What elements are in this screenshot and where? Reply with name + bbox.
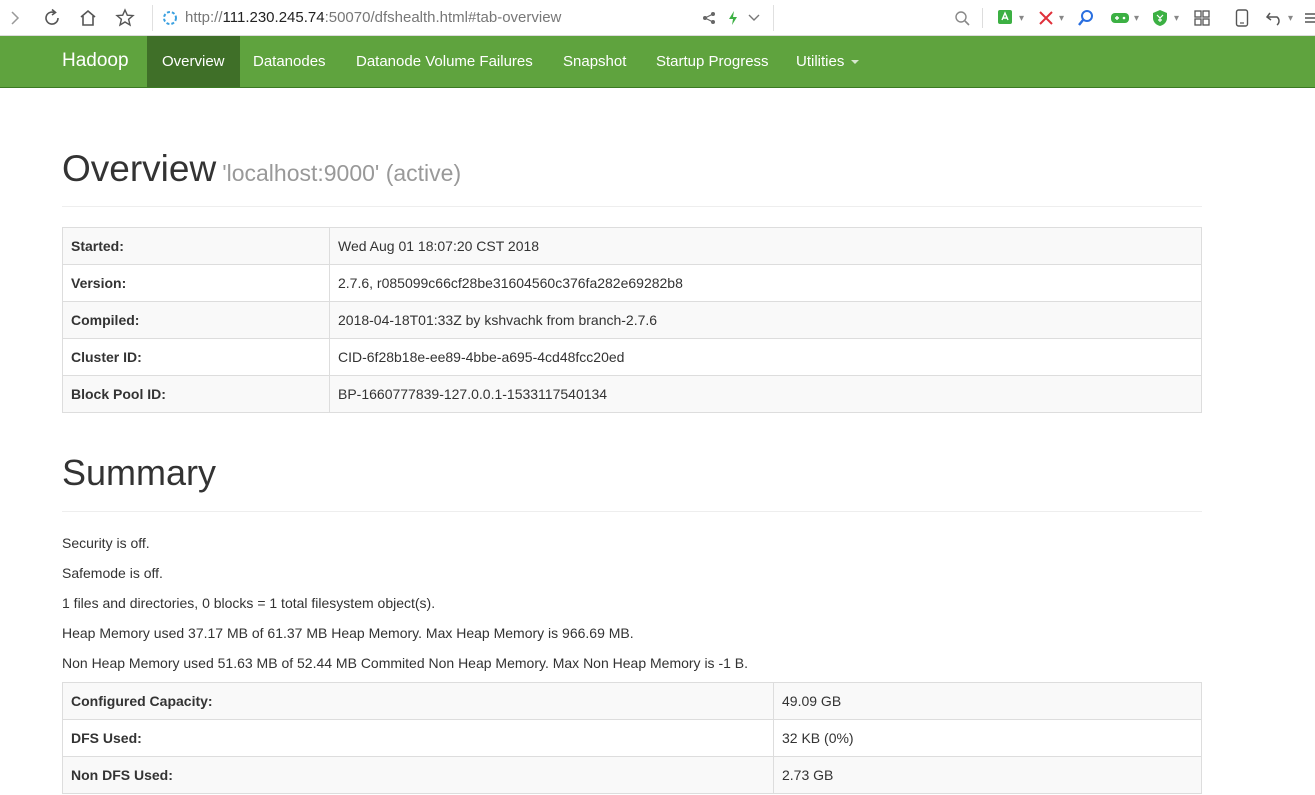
tab-datanodes[interactable]: Datanodes — [238, 36, 341, 87]
undo-icon[interactable] — [1264, 0, 1286, 36]
scissors-dropdown-icon[interactable]: ▾ — [1059, 0, 1064, 36]
gamepad-icon[interactable] — [1110, 0, 1130, 36]
table-row: Cluster ID: CID-6f28b18e-ee89-4bbe-a695-… — [62, 338, 1202, 376]
hadoop-navbar: Hadoop Overview Datanodes Datanode Volum… — [0, 36, 1315, 88]
summary-heap-memory: Heap Memory used 37.17 MB of 61.37 MB He… — [62, 625, 634, 641]
row-label: DFS Used: — [62, 719, 774, 757]
table-row: DFS Used: 32 KB (0%) — [62, 719, 1202, 757]
forward-icon[interactable] — [6, 0, 24, 36]
row-label: Configured Capacity: — [62, 682, 774, 720]
row-label: Started: — [62, 227, 330, 265]
row-value: 2018-04-18T01:33Z by kshvachk from branc… — [329, 301, 1202, 339]
menu-icon[interactable] — [1302, 0, 1315, 36]
summary-table: Configured Capacity: 49.09 GB DFS Used: … — [62, 682, 1202, 794]
translate-dropdown-icon[interactable]: ▾ — [1019, 0, 1024, 36]
gamepad-dropdown-icon[interactable]: ▾ — [1134, 0, 1139, 36]
table-row: Non DFS Used: 2.73 GB — [62, 756, 1202, 794]
table-row: Version: 2.7.6, r085099c66cf28be31604560… — [62, 264, 1202, 302]
row-value: 49.09 GB — [773, 682, 1202, 720]
summary-security: Security is off. — [62, 535, 150, 551]
row-label: Compiled: — [62, 301, 330, 339]
tab-overview-label: Overview — [162, 53, 225, 70]
row-value: 2.73 GB — [773, 756, 1202, 794]
share-icon[interactable] — [701, 5, 717, 31]
row-value: Wed Aug 01 18:07:20 CST 2018 — [329, 227, 1202, 265]
summary-non-heap-memory: Non Heap Memory used 51.63 MB of 52.44 M… — [62, 655, 749, 671]
url-text[interactable]: http://111.230.245.74:50070/dfshealth.ht… — [185, 9, 561, 26]
toolbar-divider — [982, 8, 983, 28]
lightning-icon[interactable] — [725, 5, 741, 31]
caret-down-icon — [851, 59, 860, 64]
tab-snapshot[interactable]: Snapshot — [548, 36, 641, 87]
hadoop-brand[interactable]: Hadoop — [62, 50, 129, 72]
undo-dropdown-icon[interactable]: ▾ — [1288, 0, 1293, 36]
row-label: Version: — [62, 264, 330, 302]
summary-title: Summary — [62, 452, 217, 493]
tab-datanode-volume-failures[interactable]: Datanode Volume Failures — [341, 36, 548, 87]
magnifier-extension-icon[interactable] — [1076, 0, 1096, 36]
summary-filesystem-objects: 1 files and directories, 0 blocks = 1 to… — [62, 595, 436, 611]
shield-icon[interactable] — [1150, 0, 1170, 36]
tab-utilities[interactable]: Utilities — [781, 36, 874, 87]
table-row: Started: Wed Aug 01 18:07:20 CST 2018 — [62, 227, 1202, 265]
summary-divider — [62, 511, 1202, 512]
apps-grid-icon[interactable] — [1192, 0, 1212, 36]
table-row: Configured Capacity: 49.09 GB — [62, 682, 1202, 720]
search-icon[interactable] — [952, 0, 972, 36]
row-label: Block Pool ID: — [62, 375, 330, 413]
bookmark-star-icon[interactable] — [113, 0, 137, 36]
translate-icon[interactable] — [996, 0, 1016, 36]
page-loading-icon — [161, 5, 179, 31]
chevron-down-icon[interactable] — [747, 5, 761, 31]
tab-startup-progress-label: Startup Progress — [656, 53, 769, 70]
row-value: 32 KB (0%) — [773, 719, 1202, 757]
reload-icon[interactable] — [40, 0, 64, 36]
tab-startup-progress[interactable]: Startup Progress — [641, 36, 784, 87]
overview-title: Overview — [62, 148, 217, 189]
row-label: Cluster ID: — [62, 338, 330, 376]
tab-datanodes-label: Datanodes — [253, 53, 326, 70]
home-icon[interactable] — [76, 0, 100, 36]
overview-heading: Overview'localhost:9000' (active) — [62, 148, 461, 190]
row-value: BP-1660777839-127.0.0.1-1533117540134 — [329, 375, 1202, 413]
row-label: Non DFS Used: — [62, 756, 774, 794]
overview-divider — [62, 206, 1202, 207]
address-bar[interactable]: http://111.230.245.74:50070/dfshealth.ht… — [152, 5, 774, 31]
row-value: CID-6f28b18e-ee89-4bbe-a695-4cd48fcc20ed — [329, 338, 1202, 376]
tab-snapshot-label: Snapshot — [563, 53, 627, 70]
overview-table: Started: Wed Aug 01 18:07:20 CST 2018 Ve… — [62, 227, 1202, 413]
tab-datanode-volume-failures-label: Datanode Volume Failures — [356, 53, 533, 70]
table-row: Block Pool ID: BP-1660777839-127.0.0.1-1… — [62, 375, 1202, 413]
browser-toolbar: http://111.230.245.74:50070/dfshealth.ht… — [0, 0, 1315, 36]
shield-dropdown-icon[interactable]: ▾ — [1174, 0, 1179, 36]
scissors-icon[interactable] — [1036, 0, 1056, 36]
summary-safemode: Safemode is off. — [62, 565, 163, 581]
table-row: Compiled: 2018-04-18T01:33Z by kshvachk … — [62, 301, 1202, 339]
tab-overview[interactable]: Overview — [147, 36, 240, 87]
row-value: 2.7.6, r085099c66cf28be31604560c376fa282… — [329, 264, 1202, 302]
overview-subtitle: 'localhost:9000' (active) — [222, 160, 462, 186]
tab-utilities-label: Utilities — [796, 53, 845, 70]
tablet-icon[interactable] — [1232, 0, 1252, 36]
